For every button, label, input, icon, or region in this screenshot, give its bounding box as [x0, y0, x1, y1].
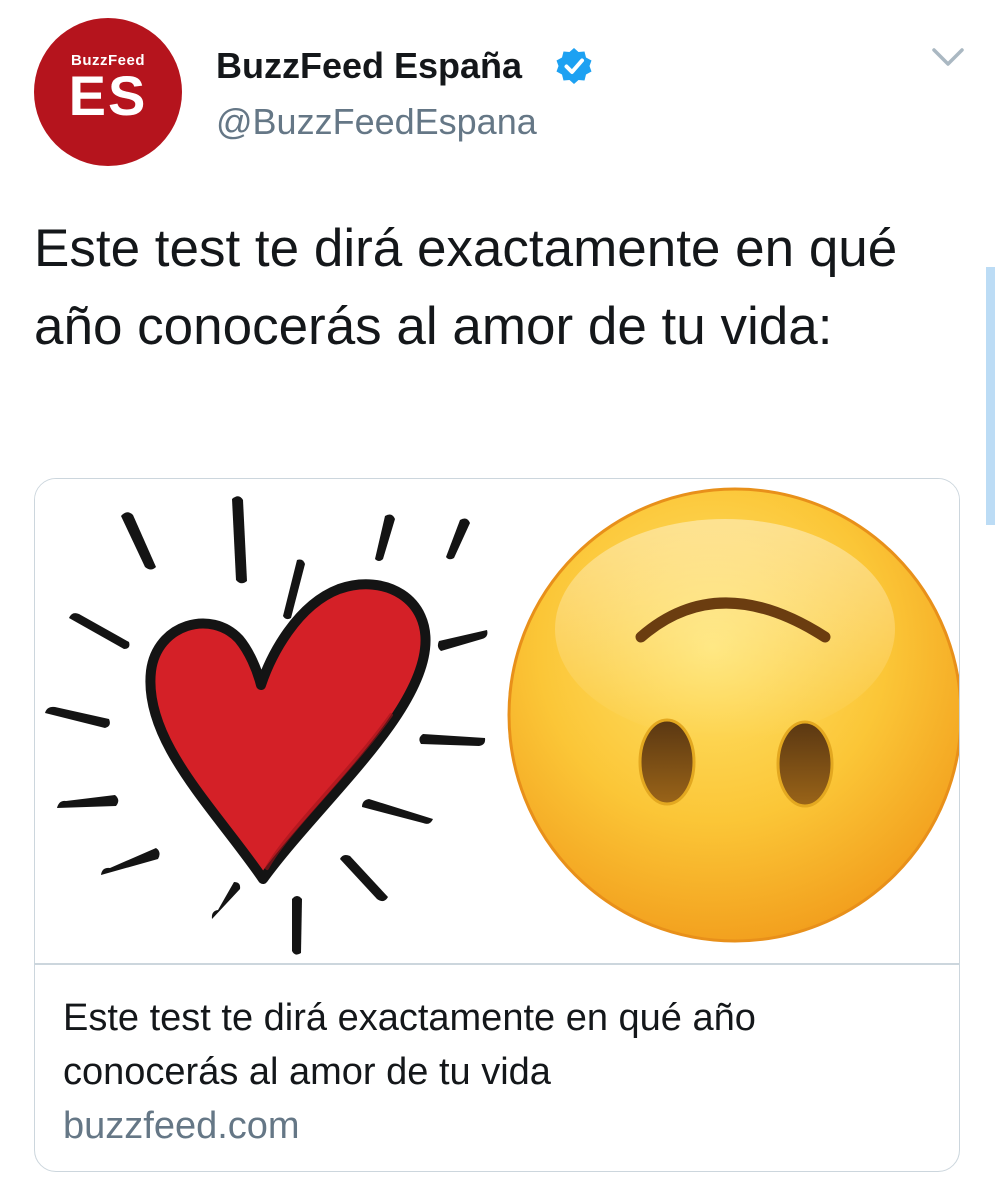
heart-icon: [45, 496, 488, 955]
verified-badge-icon: [556, 48, 592, 84]
display-name[interactable]: BuzzFeed España: [216, 44, 522, 88]
upside-down-face-emoji: [507, 487, 959, 943]
card-divider: [35, 963, 959, 965]
card-domain[interactable]: buzzfeed.com: [63, 1099, 300, 1153]
avatar-code-text: ES: [68, 64, 148, 127]
tweet: BuzzFeed ES BuzzFeed España @BuzzFeedEsp…: [0, 0, 995, 1200]
link-card[interactable]: Este test te dirá exactamente en qué año…: [34, 478, 960, 1172]
card-title[interactable]: Este test te dirá exactamente en qué año…: [63, 991, 923, 1099]
tweet-text: Este test te dirá exactamente en qué año…: [34, 219, 898, 356]
chevron-down-icon[interactable]: [928, 40, 968, 74]
avatar[interactable]: BuzzFeed ES: [34, 18, 182, 166]
scrollbar[interactable]: [986, 267, 995, 525]
card-image: [35, 479, 959, 963]
user-handle[interactable]: @BuzzFeedEspana: [216, 100, 537, 144]
